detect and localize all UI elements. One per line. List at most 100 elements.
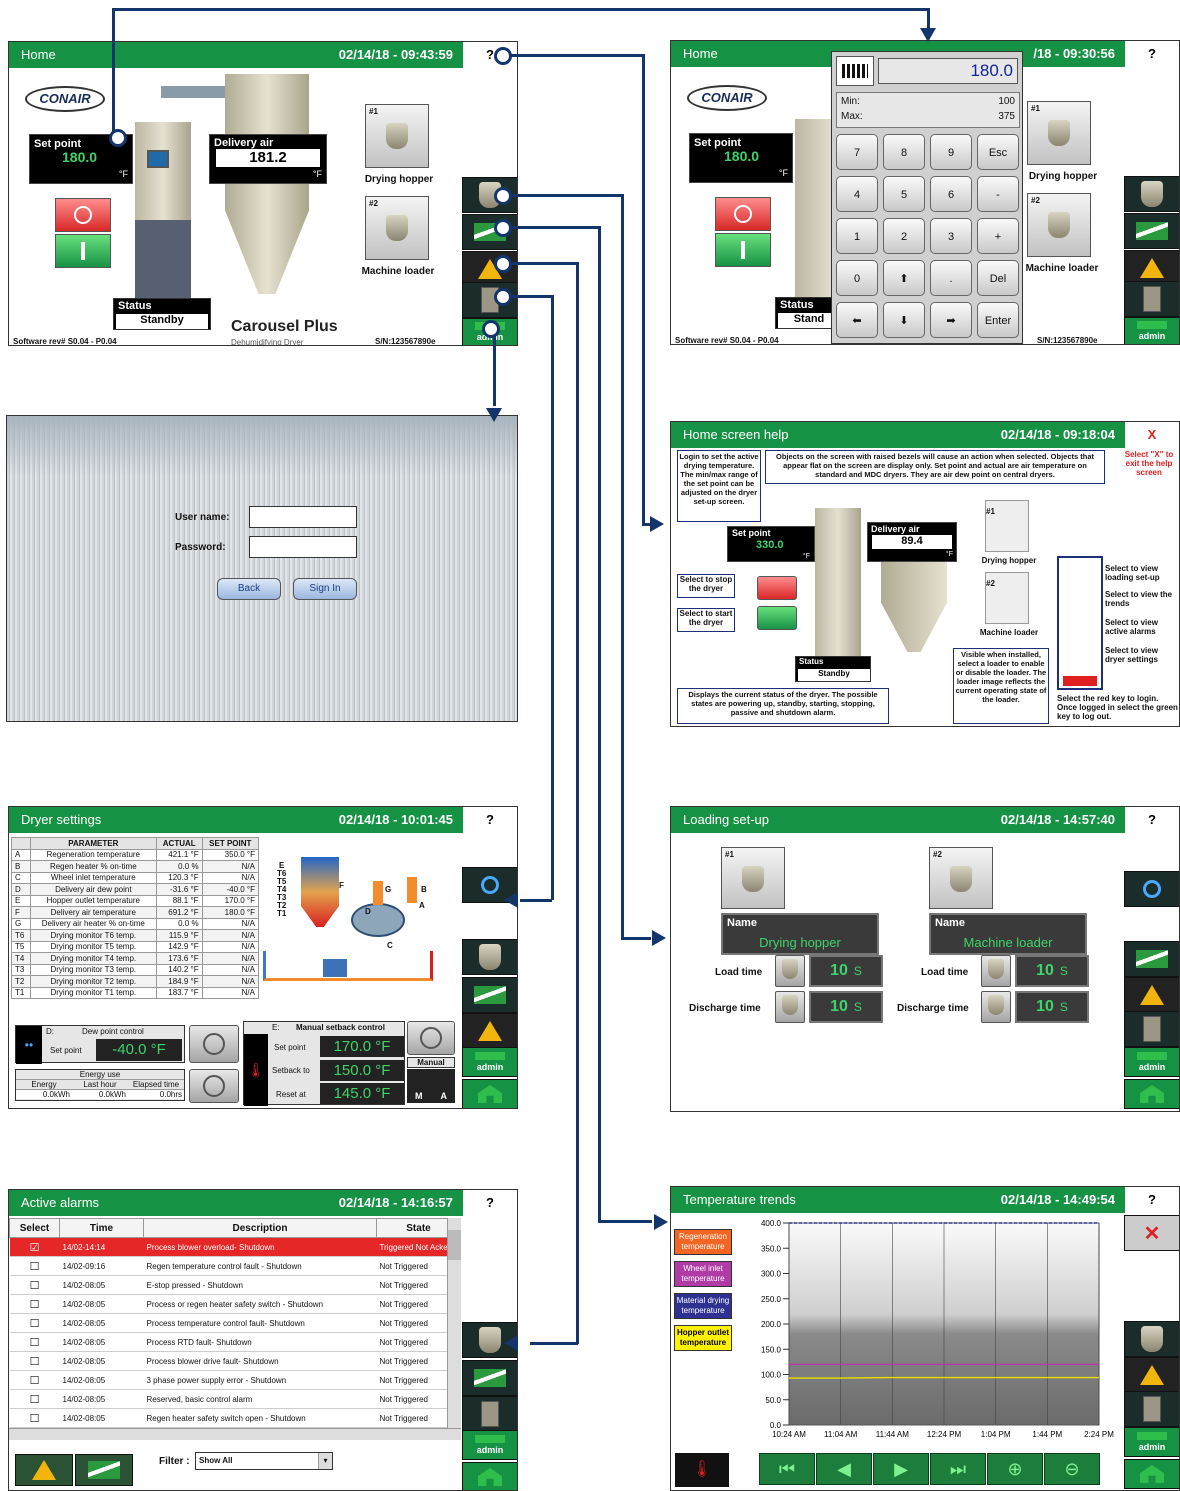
stop-button[interactable] <box>715 197 771 231</box>
table-row[interactable]: ☐ 14/02-08:05 Reserved, basic control alar… <box>9 1389 461 1409</box>
key-button[interactable]: 6 <box>930 176 972 212</box>
select-header[interactable]: Select <box>9 1218 60 1238</box>
side-dryer-settings-button[interactable] <box>1124 1391 1179 1427</box>
row-select-checkbox[interactable]: ☐ <box>9 1370 60 1390</box>
help-button[interactable]: ? <box>1123 41 1179 67</box>
legend-item[interactable]: Hopper outlet temperature <box>674 1325 732 1351</box>
close-help-button[interactable]: X <box>1123 422 1179 448</box>
home-button[interactable] <box>462 1462 517 1490</box>
time-header[interactable]: Time <box>59 1218 144 1238</box>
key-button[interactable]: 5 <box>883 176 925 212</box>
help-button[interactable]: ? <box>1123 807 1179 833</box>
first-page-button[interactable]: ⏮ <box>759 1453 815 1485</box>
ms-setback-value[interactable]: 150.0 °F <box>320 1060 404 1081</box>
stop-button[interactable] <box>55 198 111 232</box>
loader1-name-box[interactable]: Name Drying hopper <box>721 913 879 955</box>
row-select-checkbox[interactable]: ☐ <box>9 1294 60 1314</box>
key-button[interactable]: + <box>977 218 1019 254</box>
last-page-button[interactable]: ⏭ <box>930 1453 986 1485</box>
key-button[interactable]: 0 <box>836 260 878 296</box>
side-trends-button[interactable] <box>462 977 517 1013</box>
key-button[interactable]: Esc <box>977 134 1019 170</box>
row-select-checkbox[interactable]: ☐ <box>9 1408 60 1428</box>
table-row[interactable]: ☐ 14/02-08:05 E-stop pressed - Shutdown Not… <box>9 1275 461 1295</box>
time-value-box[interactable]: 10 S <box>1015 955 1089 987</box>
prev-button[interactable]: ◀ <box>816 1453 872 1485</box>
table-row[interactable]: ☐ 14/02-08:05 3 phase power supply error -… <box>9 1370 461 1390</box>
side-alarms-button[interactable] <box>1124 977 1179 1013</box>
key-button[interactable]: Del <box>977 260 1019 296</box>
key-button[interactable]: . <box>930 260 972 296</box>
machine-loader-button[interactable]: #2 <box>365 196 429 260</box>
key-button[interactable]: - <box>977 176 1019 212</box>
key-button[interactable]: 4 <box>836 176 878 212</box>
key-button[interactable]: 1 <box>836 218 878 254</box>
admin-key-button[interactable]: admin <box>1124 1427 1179 1457</box>
legend-item[interactable]: Regeneration temperature <box>674 1229 732 1255</box>
side-alarms-button[interactable] <box>1124 1357 1179 1393</box>
row-select-checkbox[interactable]: ☐ <box>9 1389 60 1409</box>
time-value-box[interactable]: 10 S <box>809 991 883 1023</box>
row-select-checkbox[interactable]: ☑ <box>9 1237 60 1257</box>
loader2-name-box[interactable]: Name Machine loader <box>929 913 1087 955</box>
table-row[interactable]: ☐ 14/02-08:05 Process blower drive fault- … <box>9 1351 461 1371</box>
key-button[interactable]: Enter <box>977 302 1019 338</box>
table-row[interactable]: ☐ 14/02-08:05 Process or regen heater safe… <box>9 1294 461 1314</box>
help-button[interactable]: ? <box>461 807 517 833</box>
zoom-out-button[interactable]: ⊖ <box>1044 1453 1100 1485</box>
ms-toggle-button[interactable] <box>407 1021 455 1055</box>
home-button[interactable] <box>1124 1079 1179 1109</box>
thermometer-button[interactable]: 🌡 <box>675 1453 729 1487</box>
start-button[interactable] <box>55 234 111 268</box>
username-input[interactable] <box>249 506 357 528</box>
loader2-image-button[interactable]: #2 <box>929 847 993 909</box>
side-loading-button[interactable] <box>1124 176 1179 212</box>
home-button[interactable] <box>1124 1459 1179 1489</box>
ms-reset-value[interactable]: 145.0 °F <box>320 1083 404 1104</box>
side-trends-button[interactable] <box>462 1360 517 1396</box>
legend-item[interactable]: Material drying temperature <box>674 1293 732 1319</box>
time-value-box[interactable]: 10 S <box>809 955 883 987</box>
start-button[interactable] <box>715 233 771 267</box>
loader1-image-button[interactable]: #1 <box>721 847 785 909</box>
clear-trend-button[interactable]: ✕ <box>1124 1215 1179 1251</box>
manual-auto-switch[interactable]: M A <box>407 1069 455 1103</box>
ms-setpoint-value[interactable]: 170.0 °F <box>320 1036 404 1057</box>
key-button[interactable]: 7 <box>836 134 878 170</box>
zoom-in-button[interactable]: ⊕ <box>987 1453 1043 1485</box>
home-button[interactable] <box>462 1079 517 1108</box>
drying-hopper-button[interactable]: #1 <box>1027 101 1091 165</box>
setpoint-display[interactable]: Set point 180.0 °F <box>689 133 793 183</box>
filter-select[interactable]: Show All ▾ <box>195 1452 333 1470</box>
vertical-scrollbar[interactable] <box>447 1218 461 1428</box>
table-row[interactable]: ☐ 14/02-08:05 Regen heater safety switch o… <box>9 1408 461 1428</box>
admin-key-button[interactable]: admin <box>462 1430 517 1460</box>
dp-setpoint-value[interactable]: -40.0 °F <box>96 1039 182 1061</box>
key-button[interactable]: ⬆ <box>883 260 925 296</box>
machine-loader-button[interactable]: #2 <box>1027 193 1091 257</box>
help-button[interactable]: ? <box>1123 1187 1179 1213</box>
side-trends-button[interactable] <box>1124 941 1179 977</box>
side-trends-button[interactable] <box>1124 213 1179 249</box>
next-button[interactable]: ▶ <box>873 1453 929 1485</box>
energy-toggle-button[interactable] <box>189 1069 239 1103</box>
key-button[interactable]: 2 <box>883 218 925 254</box>
table-row[interactable]: ☐ 14/02-08:05 Process temperature control … <box>9 1313 461 1333</box>
sign-in-button[interactable]: Sign In <box>293 578 357 600</box>
admin-key-button[interactable]: admin <box>1124 1047 1179 1077</box>
description-header[interactable]: Description <box>143 1218 377 1238</box>
key-button[interactable]: ➡ <box>930 302 972 338</box>
row-select-checkbox[interactable]: ☐ <box>9 1313 60 1333</box>
drying-hopper-button[interactable]: #1 <box>365 104 429 168</box>
row-select-checkbox[interactable]: ☐ <box>9 1351 60 1371</box>
help-button[interactable]: ? <box>461 1190 517 1216</box>
side-dryer-settings-button[interactable] <box>1124 281 1179 317</box>
keypad-value[interactable]: 180.0 <box>878 58 1018 84</box>
side-loading-button[interactable] <box>1124 1321 1179 1357</box>
side-dryer-settings-button[interactable] <box>462 1396 517 1432</box>
back-button[interactable]: Back <box>217 578 281 600</box>
time-value-box[interactable]: 10 S <box>1015 991 1089 1023</box>
admin-key-button[interactable]: admin <box>462 1047 517 1077</box>
key-button[interactable]: ⬅ <box>836 302 878 338</box>
admin-key-button[interactable]: admin <box>1124 317 1179 344</box>
